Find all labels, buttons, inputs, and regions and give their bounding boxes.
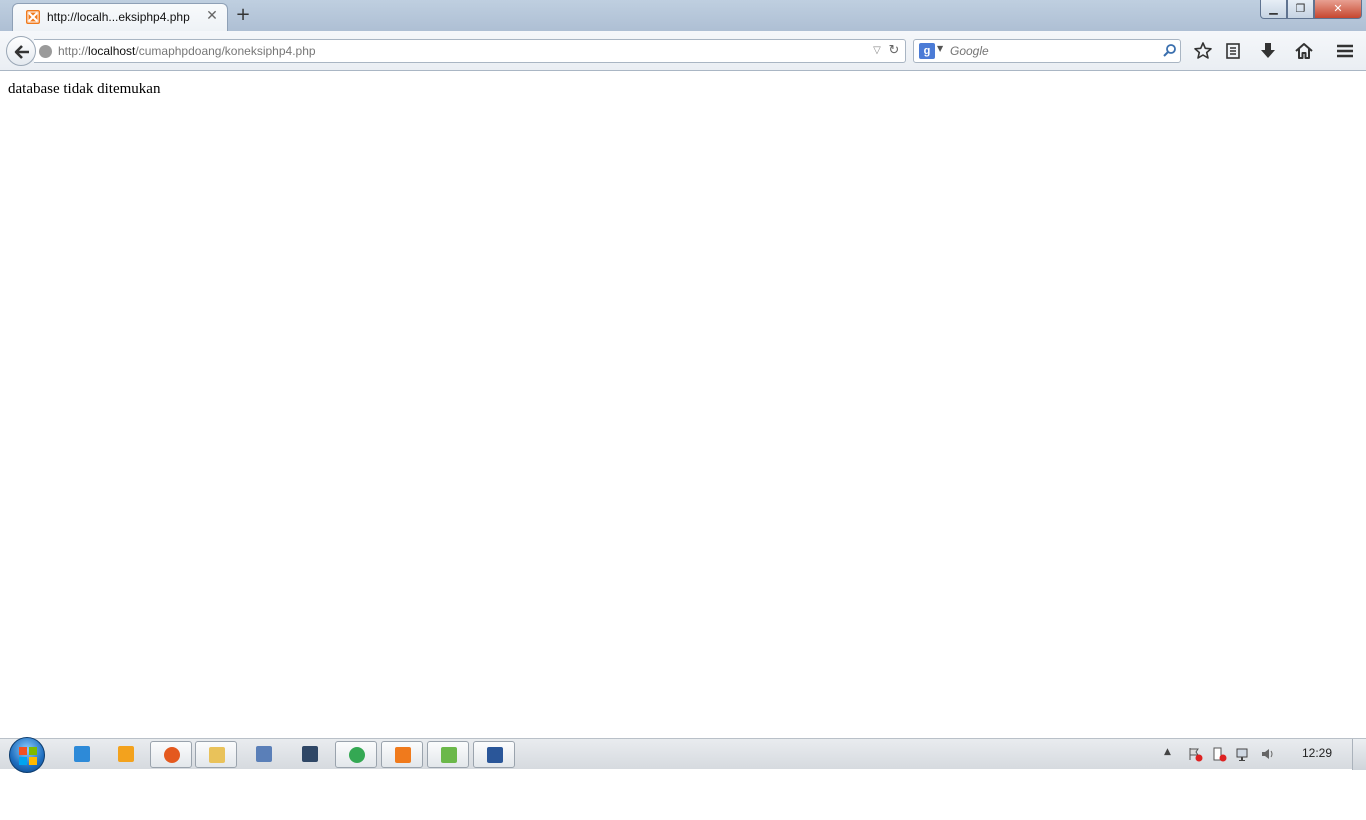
- taskbar-button-file-explorer[interactable]: [195, 741, 237, 768]
- file-explorer-icon: [209, 747, 225, 763]
- word-icon: [487, 747, 503, 763]
- search-engine-dropdown-icon[interactable]: ▼: [937, 44, 943, 53]
- search-input[interactable]: [950, 43, 1160, 59]
- reload-icon[interactable]: ↻: [886, 43, 902, 59]
- system-clock[interactable]: 12:29: [1302, 746, 1332, 760]
- browser-tab[interactable]: http://localh...eksiphp4.php ✕: [12, 3, 228, 31]
- action-center-flag-icon[interactable]: [1187, 746, 1203, 762]
- new-tab-button[interactable]: +: [234, 6, 252, 24]
- taskbar-button-notepad[interactable]: [427, 741, 469, 768]
- sublime-app-icon: [302, 746, 318, 762]
- taskbar-button-internet-explorer[interactable]: [61, 741, 103, 768]
- maximize-button[interactable]: ❐: [1287, 0, 1314, 19]
- page-content: database tidak ditemukan: [0, 72, 1366, 738]
- title-bar: http://localh...eksiphp4.php ✕ + ▁ ❐ ✕: [0, 0, 1366, 31]
- url-bar[interactable]: http://localhost/cumaphpdoang/koneksiphp…: [34, 39, 906, 63]
- search-magnifier-icon[interactable]: [1162, 43, 1178, 59]
- back-button[interactable]: [6, 36, 36, 66]
- notepad-icon: [441, 747, 457, 763]
- chrome-icon: [349, 747, 365, 763]
- bookmarks-list-icon[interactable]: [1222, 41, 1244, 61]
- start-button[interactable]: [9, 737, 45, 773]
- taskbar-button-chrome[interactable]: [335, 741, 377, 768]
- minimize-button[interactable]: ▁: [1260, 0, 1287, 19]
- back-arrow-icon: [14, 45, 29, 59]
- search-bar[interactable]: g ▼: [913, 39, 1181, 63]
- google-engine-icon[interactable]: g: [919, 43, 935, 59]
- show-desktop-button[interactable]: [1352, 739, 1366, 770]
- menu-hamburger-icon[interactable]: [1334, 41, 1356, 61]
- show-hidden-icons-button[interactable]: ▲: [1164, 747, 1171, 757]
- close-window-button[interactable]: ✕: [1314, 0, 1362, 19]
- media-player-icon: [118, 746, 134, 762]
- xampp-favicon-icon: [26, 10, 40, 24]
- document-viewer-icon: [256, 746, 272, 762]
- taskbar-button-media-player[interactable]: [105, 741, 147, 768]
- network-icon[interactable]: [1235, 746, 1251, 762]
- xampp-icon: [395, 747, 411, 763]
- tab-title: http://localh...eksiphp4.php: [47, 10, 190, 24]
- internet-explorer-icon: [74, 746, 90, 762]
- url-text[interactable]: http://localhost/cumaphpdoang/koneksiphp…: [58, 44, 316, 58]
- taskbar-button-xampp[interactable]: [381, 741, 423, 768]
- page-message: database tidak ditemukan: [8, 81, 161, 97]
- tab-close-icon[interactable]: ✕: [205, 8, 219, 24]
- site-identity-globe-icon[interactable]: [39, 45, 52, 58]
- url-history-dropdown-icon[interactable]: ▽: [870, 43, 884, 59]
- taskbar-button-firefox[interactable]: [150, 741, 192, 768]
- download-arrow-icon[interactable]: [1257, 41, 1279, 61]
- home-icon[interactable]: [1293, 41, 1315, 61]
- windows-taskbar: ▲ 12:29: [0, 737, 1366, 773]
- volume-icon[interactable]: [1260, 746, 1276, 762]
- battery-warning-icon[interactable]: [1211, 746, 1227, 762]
- navigation-toolbar: http://localhost/cumaphpdoang/koneksiphp…: [0, 31, 1366, 71]
- taskbar-button-word[interactable]: [473, 741, 515, 768]
- windows-logo-icon: [19, 747, 37, 765]
- taskbar-button-document-viewer[interactable]: [243, 741, 285, 768]
- firefox-icon: [164, 747, 180, 763]
- bookmark-star-icon[interactable]: [1192, 41, 1214, 61]
- taskbar-button-sublime-app[interactable]: [289, 741, 331, 768]
